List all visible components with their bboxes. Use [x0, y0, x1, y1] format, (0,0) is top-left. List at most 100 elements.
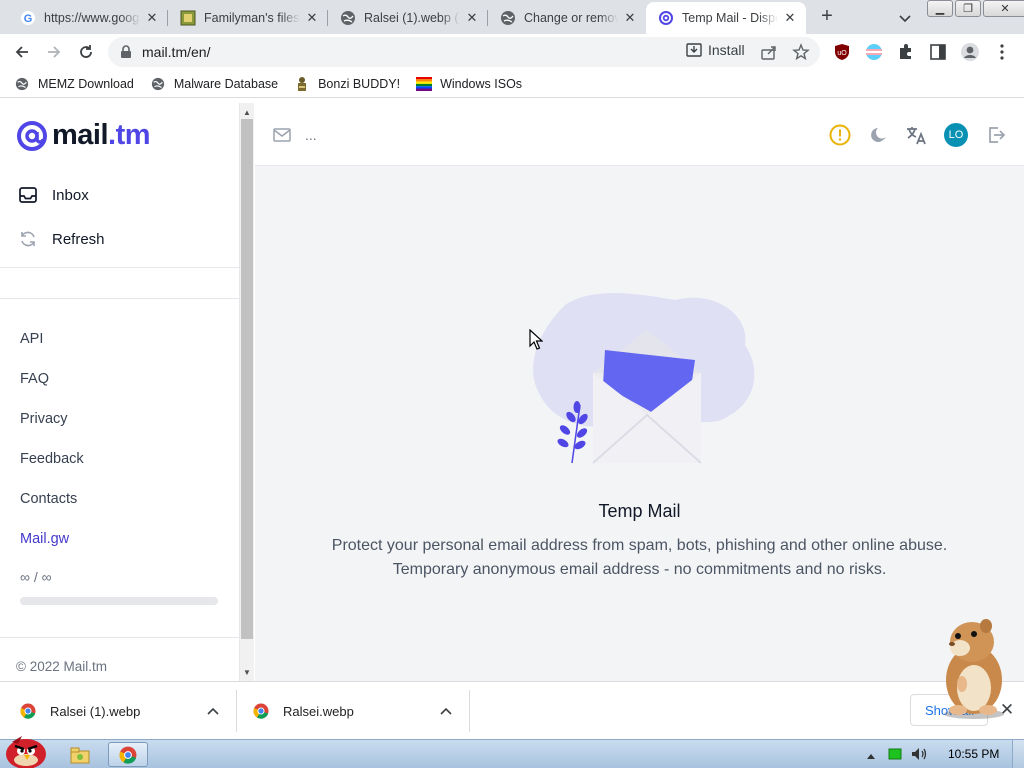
link-api[interactable]: API [20, 331, 43, 347]
trans-flag-extension-icon[interactable] [864, 42, 884, 62]
sidebar-divider [0, 267, 239, 268]
sidebar-item-label: Inbox [52, 186, 89, 204]
svg-text:G: G [24, 13, 33, 25]
close-icon[interactable]: ✕ [304, 10, 320, 26]
site-logo[interactable]: mail.tm [16, 119, 151, 152]
sidebar-item-inbox[interactable]: Inbox [18, 185, 89, 205]
download-item-ralsei-1[interactable]: Ralsei (1).webp [20, 682, 236, 740]
translate-icon[interactable] [904, 123, 928, 147]
tab-familyman-files[interactable]: Familyman's files ✕ [168, 2, 328, 34]
angry-bird-start-icon[interactable] [2, 732, 50, 768]
new-tab-button[interactable]: + [815, 6, 839, 28]
tray-expand-icon[interactable] [866, 748, 876, 763]
globe-icon [14, 76, 30, 92]
address-bar[interactable]: mail.tm/en/ Install [108, 37, 820, 67]
close-icon[interactable]: ✕ [144, 10, 160, 26]
download-item-ralsei[interactable]: Ralsei.webp [253, 682, 469, 740]
svg-text:uO: uO [837, 50, 847, 57]
tab-temp-mail[interactable]: Temp Mail - Dispo ✕ [646, 2, 806, 34]
tab-title: Change or remove [524, 11, 618, 25]
sidebar-scrollbar[interactable]: ▲ ▼ [240, 103, 254, 681]
volume-icon[interactable] [910, 746, 928, 765]
window-close-icon[interactable]: ✕ [983, 0, 1024, 17]
hero-title: Temp Mail [598, 501, 681, 521]
user-avatar[interactable]: LO [944, 123, 968, 147]
forward-arrow-icon[interactable] [44, 42, 64, 62]
close-icon[interactable]: ✕ [464, 10, 480, 26]
globe-icon [150, 76, 166, 92]
mailtm-icon [658, 10, 674, 26]
link-privacy[interactable]: Privacy [20, 411, 68, 427]
inbox-icon [18, 185, 38, 205]
side-panel-icon[interactable] [928, 42, 948, 62]
window-controls: ▁ ❐ ✕ [927, 0, 1024, 17]
storage-quota: ∞ / ∞ [20, 569, 52, 585]
extensions-puzzle-icon[interactable] [896, 42, 916, 62]
bookmark-windows-isos[interactable]: Windows ISOs [416, 76, 522, 92]
tab-change-or-remove[interactable]: Change or remove ✕ [488, 2, 646, 34]
chevron-down-icon[interactable] [895, 8, 915, 28]
install-app-button[interactable]: Install [686, 42, 745, 58]
link-faq[interactable]: FAQ [20, 371, 49, 387]
show-desktop-button[interactable] [1012, 740, 1024, 768]
tab-ralsei-webp[interactable]: Ralsei (1).webp (6 ✕ [328, 2, 488, 34]
battery-icon[interactable] [888, 747, 902, 764]
download-bar: Ralsei (1).webp Ralsei.webp Show all ✕ [0, 681, 1024, 739]
scroll-up-icon[interactable]: ▲ [240, 105, 254, 119]
chevron-up-icon[interactable] [206, 704, 220, 719]
scroll-down-icon[interactable]: ▼ [240, 665, 254, 679]
hero-description: Protect your personal email address from… [255, 534, 1024, 582]
bookmark-malware-database[interactable]: Malware Database [150, 76, 278, 92]
logo-text: mail.tm [52, 119, 151, 151]
desktop-pet-hamster[interactable] [922, 614, 1014, 720]
reload-icon[interactable] [76, 42, 96, 62]
bookmark-label: MEMZ Download [38, 76, 134, 91]
url-text[interactable]: mail.tm/en/ [142, 44, 210, 60]
at-sign-icon [17, 120, 47, 151]
profile-avatar-icon[interactable] [960, 42, 980, 62]
bookmark-memz-download[interactable]: MEMZ Download [14, 76, 134, 92]
tab-title: https://www.google [44, 11, 140, 25]
download-separator [469, 690, 470, 732]
close-icon[interactable]: ✕ [782, 10, 798, 26]
alert-circle-icon[interactable] [828, 123, 852, 147]
restore-icon[interactable]: ❐ [955, 0, 981, 17]
envelope-icon[interactable] [270, 123, 294, 147]
main-header: ... LO [255, 103, 1024, 166]
taskbar-explorer-icon[interactable] [60, 742, 100, 767]
browser-menu-icon[interactable] [992, 42, 1012, 62]
link-contacts[interactable]: Contacts [20, 491, 77, 507]
logout-icon[interactable] [984, 123, 1008, 147]
sidebar-item-label: Refresh [52, 230, 105, 248]
link-feedback[interactable]: Feedback [20, 451, 84, 467]
taskbar-clock[interactable]: 10:55 PM [948, 747, 999, 761]
back-arrow-icon[interactable] [12, 42, 32, 62]
share-icon[interactable] [760, 44, 778, 63]
bookmark-bonzi-buddy[interactable]: Bonzi BUDDY! [294, 76, 400, 92]
tab-google[interactable]: G https://www.google ✕ [8, 2, 168, 34]
system-tray [866, 746, 928, 765]
chevron-up-icon[interactable] [439, 704, 453, 719]
google-icon: G [20, 10, 36, 26]
link-mail-gw[interactable]: Mail.gw [20, 531, 69, 547]
bookmark-label: Malware Database [173, 76, 279, 91]
scrollbar-thumb[interactable] [241, 119, 253, 639]
taskbar-chrome-icon[interactable] [108, 742, 148, 767]
storage-quota-bar [20, 597, 218, 605]
globe-icon [340, 10, 356, 26]
globe-icon [500, 10, 516, 26]
bookmark-star-icon[interactable] [792, 43, 810, 64]
bookmarks-bar: MEMZ Download Malware Database Bonzi BUD… [0, 70, 1024, 98]
email-address[interactable]: ... [305, 127, 317, 143]
download-filename: Ralsei (1).webp [50, 703, 141, 719]
download-filename: Ralsei.webp [283, 703, 354, 719]
close-icon[interactable]: ✕ [622, 10, 638, 26]
ublock-icon[interactable]: uO [832, 42, 852, 62]
hero-description-line: Temporary anonymous email address - no c… [392, 561, 887, 578]
lock-icon[interactable] [120, 45, 132, 62]
minimize-icon[interactable]: ▁ [927, 0, 953, 17]
bookmark-label: Bonzi BUDDY! [318, 76, 401, 91]
sidebar-item-refresh[interactable]: Refresh [18, 229, 105, 249]
moon-icon[interactable] [867, 123, 891, 147]
tab-strip: G https://www.google ✕ Familyman's files… [0, 0, 1024, 34]
